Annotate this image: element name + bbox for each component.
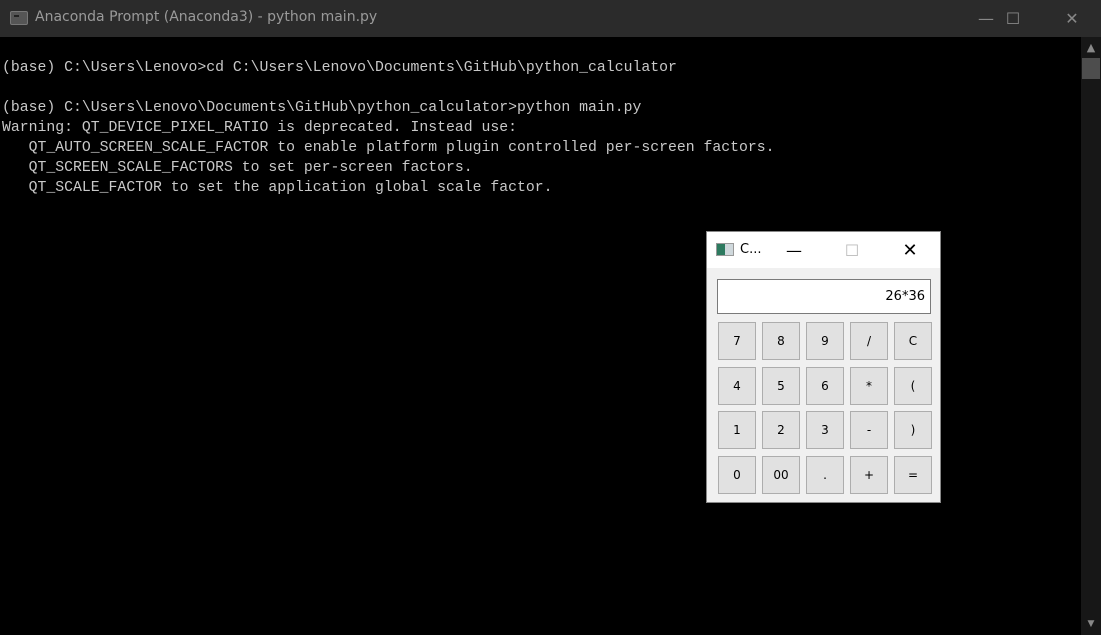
scrollbar-thumb[interactable] bbox=[1082, 58, 1100, 79]
calculator-app-icon bbox=[716, 243, 734, 256]
key-button[interactable]: / bbox=[850, 322, 888, 360]
scroll-up-arrow-icon[interactable]: ▲ bbox=[1081, 37, 1101, 57]
title-bar: Anaconda Prompt (Anaconda3) - python mai… bbox=[0, 0, 1101, 37]
window-title: Anaconda Prompt (Anaconda3) - python mai… bbox=[35, 9, 378, 25]
key-button[interactable]: 00 bbox=[762, 456, 800, 494]
terminal-line: QT_AUTO_SCREEN_SCALE_FACTOR to enable pl… bbox=[2, 140, 775, 156]
key-button[interactable]: 7 bbox=[718, 322, 756, 360]
terminal-line: QT_SCALE_FACTOR to set the application g… bbox=[2, 180, 553, 196]
key-button[interactable]: = bbox=[894, 456, 932, 494]
calculator-maximize-button[interactable]: ☐ bbox=[832, 232, 872, 268]
terminal-output[interactable]: (base) C:\Users\Lenovo>cd C:\Users\Lenov… bbox=[2, 58, 775, 198]
key-button[interactable]: ( bbox=[894, 367, 932, 405]
calculator-title-bar: C... — ☐ ✕ bbox=[707, 232, 940, 268]
terminal-app-icon bbox=[10, 11, 28, 25]
key-button[interactable]: 6 bbox=[806, 367, 844, 405]
terminal-line: Warning: QT_DEVICE_PIXEL_RATIO is deprec… bbox=[2, 120, 518, 136]
key-button[interactable]: + bbox=[850, 456, 888, 494]
key-button[interactable]: 5 bbox=[762, 367, 800, 405]
calculator-display[interactable]: 26*36 bbox=[717, 279, 931, 314]
key-button[interactable]: 2 bbox=[762, 411, 800, 449]
key-button[interactable]: 9 bbox=[806, 322, 844, 360]
terminal-line: (base) C:\Users\Lenovo>cd C:\Users\Lenov… bbox=[2, 60, 677, 76]
calculator-window: C... — ☐ ✕ 26*36 7 8 9/C 4 5 6 *(1 2 3-) 0 00. + = bbox=[706, 231, 941, 503]
key-button[interactable]: 0 bbox=[718, 456, 756, 494]
terminal-line: QT_SCREEN_SCALE_FACTORS to set per-scree… bbox=[2, 160, 473, 176]
calculator-close-button[interactable]: ✕ bbox=[890, 232, 930, 268]
key-button[interactable]: * bbox=[850, 367, 888, 405]
calculator-title: C... bbox=[740, 242, 762, 257]
terminal-line: (base) C:\Users\Lenovo\Documents\GitHub\… bbox=[2, 100, 642, 116]
maximize-button[interactable]: ☐ bbox=[990, 0, 1036, 37]
key-button[interactable]: 1 bbox=[718, 411, 756, 449]
key-button[interactable]: 4 bbox=[718, 367, 756, 405]
calculator-minimize-button[interactable]: — bbox=[774, 232, 814, 268]
key-button[interactable]: C bbox=[894, 322, 932, 360]
vertical-scrollbar[interactable]: ▲ ▼ bbox=[1081, 37, 1101, 635]
scroll-down-arrow-icon[interactable]: ▼ bbox=[1081, 619, 1101, 635]
close-button[interactable]: ✕ bbox=[1049, 0, 1095, 37]
key-button[interactable]: - bbox=[850, 411, 888, 449]
key-button[interactable]: 8 bbox=[762, 322, 800, 360]
key-button[interactable]: ) bbox=[894, 411, 932, 449]
key-button[interactable]: . bbox=[806, 456, 844, 494]
key-button[interactable]: 3 bbox=[806, 411, 844, 449]
